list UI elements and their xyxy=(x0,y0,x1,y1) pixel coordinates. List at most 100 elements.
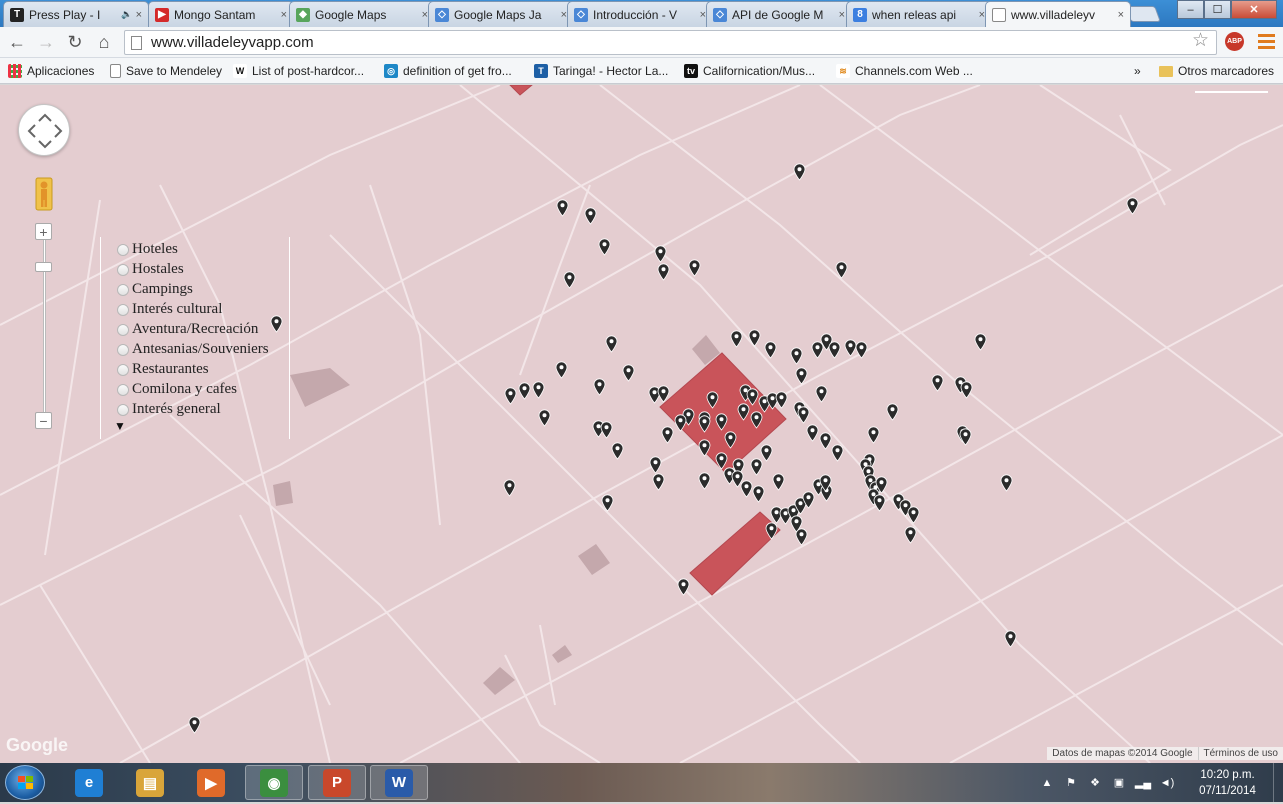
tab-8[interactable]: www.villadeleyv × xyxy=(985,1,1131,27)
show-desktop-button[interactable] xyxy=(1273,763,1283,802)
map-marker-icon[interactable] xyxy=(775,391,788,409)
map-marker-icon[interactable] xyxy=(959,428,972,446)
map-marker-icon[interactable] xyxy=(904,526,917,544)
map-marker-icon[interactable] xyxy=(886,403,899,421)
media-player-taskbar-button[interactable]: ▶ xyxy=(182,765,240,800)
filter-option[interactable]: Aventura/Recreación xyxy=(117,321,258,338)
bookmark-item[interactable]: Save to Mendeley xyxy=(110,62,222,80)
map-marker-icon[interactable] xyxy=(765,522,778,540)
street-view-pegman-icon[interactable] xyxy=(35,177,53,211)
tab-7[interactable]: 8 when releas api × xyxy=(846,1,992,27)
map-marker-icon[interactable] xyxy=(797,406,810,424)
map-marker-icon[interactable] xyxy=(790,347,803,365)
map-marker-icon[interactable] xyxy=(802,491,815,509)
dropbox-icon[interactable]: ❖ xyxy=(1088,776,1102,790)
map-marker-icon[interactable] xyxy=(764,341,777,359)
map-marker-icon[interactable] xyxy=(867,426,880,444)
map-marker-icon[interactable] xyxy=(715,413,728,431)
map-marker-icon[interactable] xyxy=(584,207,597,225)
bookmark-item[interactable]: ≋ Channels.com Web ... xyxy=(836,62,973,80)
map-marker-icon[interactable] xyxy=(737,403,750,421)
map-marker-icon[interactable] xyxy=(831,444,844,462)
filter-option[interactable]: Interés general xyxy=(117,401,221,418)
pan-control[interactable] xyxy=(18,104,70,156)
filter-option[interactable]: Restaurantes xyxy=(117,361,209,378)
filter-radio[interactable] xyxy=(117,303,129,316)
tab-close-icon[interactable]: × xyxy=(839,9,845,21)
bookmark-star-icon[interactable]: ☆ xyxy=(1192,29,1209,52)
map-marker-icon[interactable] xyxy=(622,364,635,382)
reload-button[interactable]: ↻ xyxy=(64,31,86,53)
tab-close-icon[interactable]: × xyxy=(1118,9,1124,21)
filter-option[interactable]: Campings xyxy=(117,281,193,298)
map-marker-icon[interactable] xyxy=(654,245,667,263)
map-marker-icon[interactable] xyxy=(503,479,516,497)
device-icon[interactable]: ▣ xyxy=(1112,776,1126,790)
address-bar[interactable] xyxy=(124,30,1217,55)
chrome-taskbar-button[interactable]: ◉ xyxy=(245,765,303,800)
file-explorer-taskbar-button[interactable]: ▤ xyxy=(121,765,179,800)
map-marker-icon[interactable] xyxy=(730,330,743,348)
map-marker-icon[interactable] xyxy=(649,456,662,474)
map-marker-icon[interactable] xyxy=(698,439,711,457)
filter-radio[interactable] xyxy=(117,383,129,396)
map-marker-icon[interactable] xyxy=(504,387,517,405)
map-marker-icon[interactable] xyxy=(555,361,568,379)
map-marker-icon[interactable] xyxy=(795,528,808,546)
map-marker-icon[interactable] xyxy=(611,442,624,460)
map-marker-icon[interactable] xyxy=(1004,630,1017,648)
map-marker-icon[interactable] xyxy=(600,421,613,439)
map-marker-icon[interactable] xyxy=(538,409,551,427)
map-marker-icon[interactable] xyxy=(724,431,737,449)
map-marker-icon[interactable] xyxy=(698,472,711,490)
tab-4[interactable]: ◇ Google Maps Ja × xyxy=(428,1,574,27)
map-marker-icon[interactable] xyxy=(657,385,670,403)
filter-option[interactable]: Antesanias/Souveniers xyxy=(117,341,269,358)
map-marker-icon[interactable] xyxy=(795,367,808,385)
map-marker-icon[interactable] xyxy=(748,329,761,347)
map-marker-icon[interactable] xyxy=(563,271,576,289)
network-signal-icon[interactable]: ▂▄ xyxy=(1135,776,1151,790)
minimize-button[interactable]: – xyxy=(1177,0,1204,19)
map-marker-icon[interactable] xyxy=(593,378,606,396)
filter-radio[interactable] xyxy=(117,363,129,376)
close-window-button[interactable]: ✕ xyxy=(1231,0,1277,19)
filter-option[interactable]: Hoteles xyxy=(117,241,178,258)
map-marker-icon[interactable] xyxy=(556,199,569,217)
terms-link[interactable]: Términos de uso xyxy=(1197,747,1283,760)
other-bookmarks-folder[interactable]: Otros marcadores xyxy=(1159,62,1274,80)
map-marker-icon[interactable] xyxy=(752,485,765,503)
map-canvas[interactable]: + − Hoteles Hostales Campings Interés cultu… xyxy=(0,85,1283,763)
filter-radio[interactable] xyxy=(117,403,129,416)
tab-close-icon[interactable]: × xyxy=(136,9,142,21)
map-marker-icon[interactable] xyxy=(960,381,973,399)
forward-button[interactable]: → xyxy=(35,31,57,53)
maximize-button[interactable]: ☐ xyxy=(1204,0,1231,19)
map-marker-icon[interactable] xyxy=(188,716,201,734)
map-marker-icon[interactable] xyxy=(532,381,545,399)
map-marker-icon[interactable] xyxy=(518,382,531,400)
map-marker-icon[interactable] xyxy=(793,163,806,181)
map-marker-icon[interactable] xyxy=(698,415,711,433)
map-marker-icon[interactable] xyxy=(661,426,674,444)
start-button[interactable] xyxy=(5,765,45,800)
map-marker-icon[interactable] xyxy=(706,391,719,409)
map-marker-icon[interactable] xyxy=(931,374,944,392)
tab-2[interactable]: ▶ Mongo Santam × xyxy=(148,1,294,27)
zoom-slider-track[interactable] xyxy=(43,231,46,421)
tab-3[interactable]: ◆ Google Maps × xyxy=(289,1,435,27)
system-clock[interactable]: 10:20 p.m. 07/11/2014 xyxy=(1190,767,1265,799)
map-marker-icon[interactable] xyxy=(815,385,828,403)
map-marker-icon[interactable] xyxy=(873,494,886,512)
filter-radio[interactable] xyxy=(117,263,129,276)
action-center-flag-icon[interactable]: ⚑ xyxy=(1064,776,1078,790)
map-marker-icon[interactable] xyxy=(688,259,701,277)
map-marker-icon[interactable] xyxy=(677,578,690,596)
map-marker-icon[interactable] xyxy=(1000,474,1013,492)
filter-radio[interactable] xyxy=(117,323,129,336)
map-marker-icon[interactable] xyxy=(974,333,987,351)
tab-6[interactable]: ◇ API de Google M × xyxy=(706,1,852,27)
map-marker-icon[interactable] xyxy=(806,424,819,442)
tab-5[interactable]: ◇ Introducción - V × xyxy=(567,1,713,27)
speaker-icon[interactable]: 🔈 xyxy=(121,9,132,20)
